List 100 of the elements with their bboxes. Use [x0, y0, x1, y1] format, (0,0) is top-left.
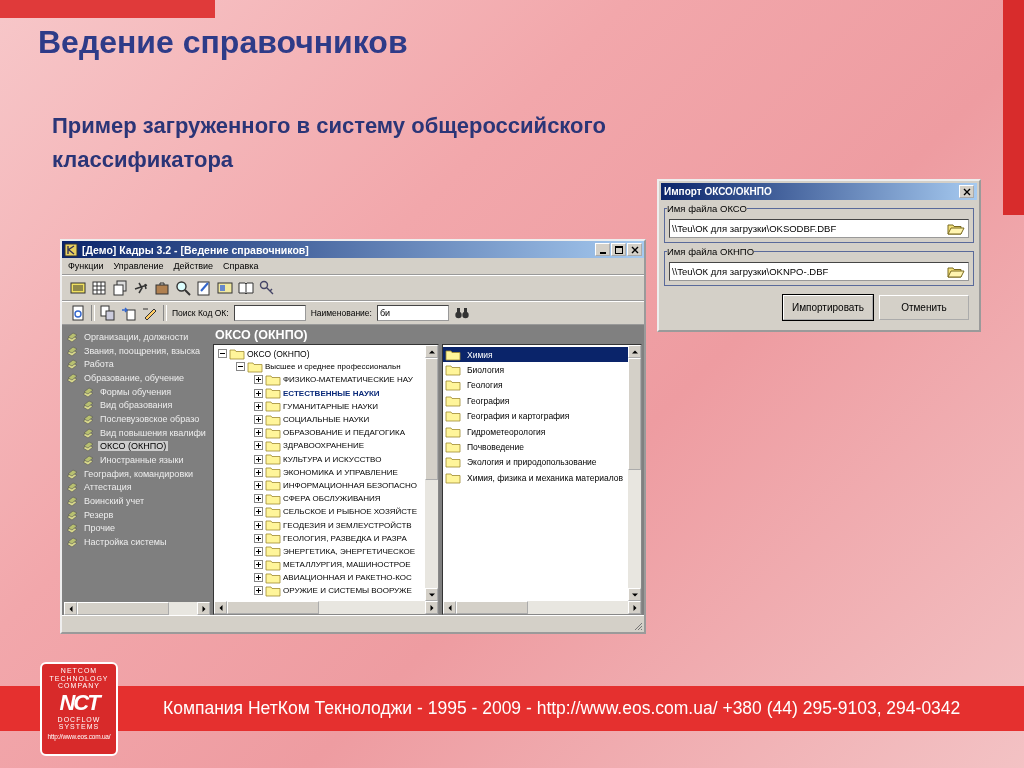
sidebar-item[interactable]: Вид повышения квалифи	[98, 427, 208, 438]
expand-icon[interactable]	[254, 441, 263, 451]
expand-icon[interactable]	[254, 480, 263, 490]
sidebar-item[interactable]: ОКСО (ОКНПО)	[98, 441, 169, 452]
right-arrow-icon[interactable]	[201, 605, 206, 612]
sidebar-item[interactable]: Аттестация	[82, 482, 134, 493]
list-icon[interactable]	[70, 280, 86, 296]
name-search-field[interactable]: би	[376, 305, 449, 321]
search-icon[interactable]	[175, 280, 191, 296]
expand-icon[interactable]	[254, 454, 263, 464]
menu-item[interactable]: Управление	[113, 261, 164, 271]
tree-item[interactable]: ЭНЕРГЕТИКА, ЭНЕРГЕТИЧЕСКОЕ	[283, 546, 416, 556]
horizontal-scrollbar[interactable]	[214, 601, 438, 614]
right-arrow-icon[interactable]	[429, 604, 434, 611]
refresh-document-icon[interactable]	[70, 305, 86, 321]
menu-item[interactable]: Действие	[173, 261, 214, 271]
left-arrow-icon[interactable]	[447, 604, 452, 611]
open-folder-icon[interactable]	[947, 264, 965, 279]
down-arrow-icon[interactable]	[428, 592, 435, 597]
sidebar-item[interactable]: Настройка системы	[82, 537, 169, 548]
tree-item[interactable]: ЭКОНОМИКА И УПРАВЛЕНИЕ	[283, 467, 398, 477]
expand-icon[interactable]	[254, 428, 263, 438]
list-item[interactable]: География	[443, 393, 628, 409]
tree-item[interactable]: ГУМАНИТАРНЫЕ НАУКИ	[283, 401, 378, 411]
sidebar-item[interactable]: Прочие	[82, 523, 117, 534]
book-icon[interactable]	[238, 280, 254, 296]
expand-icon[interactable]	[254, 388, 263, 398]
up-arrow-icon[interactable]	[631, 349, 638, 354]
file-path-field[interactable]: \\Teu\ОК для загрузки\OKSODBF.DBF	[669, 219, 969, 238]
form-icon[interactable]	[217, 280, 233, 296]
minimize-button[interactable]	[595, 243, 610, 256]
tree-item[interactable]: СФЕРА ОБСЛУЖИВАНИЯ	[283, 494, 381, 504]
search-code-field[interactable]	[233, 305, 306, 321]
import-arrow-icon[interactable]	[121, 305, 137, 321]
expand-icon[interactable]	[254, 401, 263, 411]
left-arrow-icon[interactable]	[68, 605, 73, 612]
sidebar-item[interactable]: Резерв	[82, 509, 116, 520]
file-path-field[interactable]: \\Teu\ОК для загрузки\OKNPO-.DBF	[669, 262, 969, 281]
tree-item[interactable]: ГЕОЛОГИЯ, РАЗВЕДКА И РАЗРА	[283, 533, 407, 543]
collapse-icon[interactable]	[236, 362, 245, 372]
pencil-icon[interactable]	[142, 305, 158, 321]
tree-item[interactable]: ОРУЖИЕ И СИСТЕМЫ ВООРУЖЕ	[283, 586, 412, 596]
expand-icon[interactable]	[254, 586, 263, 596]
grid-icon[interactable]	[91, 280, 107, 296]
expand-icon[interactable]	[254, 467, 263, 477]
menu-item[interactable]: Справка	[223, 261, 259, 271]
cards-icon[interactable]	[112, 280, 128, 296]
sidebar-item[interactable]: Воинский учет	[82, 496, 147, 507]
tree-item[interactable]: МЕТАЛЛУРГИЯ, МАШИНОСТРОЕ	[283, 560, 411, 570]
tree-item[interactable]: ГЕОДЕЗИЯ И ЗЕМЛЕУСТРОЙСТВ	[283, 520, 412, 530]
sidebar-item[interactable]: Звания, поощрения, взыска	[82, 345, 203, 356]
list-item[interactable]: Гидрометеорология	[443, 423, 628, 440]
edit-document-icon[interactable]	[196, 280, 212, 296]
expand-icon[interactable]	[254, 520, 263, 530]
list-item[interactable]: Химия	[443, 347, 628, 363]
tree-item[interactable]: АВИАЦИОННАЯ И РАКЕТНО-КОС	[283, 573, 412, 583]
resize-grip-icon[interactable]	[633, 621, 643, 631]
tree-item[interactable]: ОКСО (ОКНПО)	[247, 348, 310, 359]
copy-document-icon[interactable]	[100, 305, 116, 321]
binoculars-icon[interactable]	[453, 305, 470, 321]
expand-icon[interactable]	[254, 494, 263, 504]
expand-icon[interactable]	[254, 507, 263, 517]
up-arrow-icon[interactable]	[428, 349, 435, 354]
vertical-scrollbar[interactable]	[628, 345, 641, 601]
tree-item[interactable]: Высшее и среднее профессиональн	[265, 362, 401, 372]
expand-icon[interactable]	[254, 546, 263, 556]
tree-item[interactable]: ОБРАЗОВАНИЕ И ПЕДАГОГИКА	[283, 428, 405, 438]
airplane-icon[interactable]	[133, 280, 149, 296]
horizontal-scrollbar[interactable]	[443, 601, 641, 614]
left-arrow-icon[interactable]	[218, 604, 223, 611]
sidebar-item[interactable]: Вид образования	[98, 400, 175, 411]
tree-item[interactable]: ЗДРАВООХРАНЕНИЕ	[283, 441, 364, 451]
close-button[interactable]	[627, 243, 642, 256]
vertical-scrollbar[interactable]	[425, 345, 438, 601]
expand-icon[interactable]	[254, 415, 263, 425]
menu-item[interactable]: Функции	[68, 261, 104, 271]
down-arrow-icon[interactable]	[631, 592, 638, 597]
expand-icon[interactable]	[254, 375, 263, 385]
open-folder-icon[interactable]	[947, 221, 965, 236]
tree-item[interactable]: ЕСТЕСТВЕННЫЕ НАУКИ	[283, 388, 380, 398]
tree-item[interactable]: ИНФОРМАЦИОННАЯ БЕЗОПАСНО	[283, 480, 417, 490]
sidebar-item[interactable]: Работа	[82, 359, 116, 370]
list-item[interactable]: Экология и природопользование	[443, 454, 628, 471]
list-item[interactable]: Химия, физика и механика материалов	[443, 470, 628, 486]
tree-item[interactable]: СЕЛЬСКОЕ И РЫБНОЕ ХОЗЯЙСТЕ	[283, 507, 418, 517]
expand-icon[interactable]	[254, 560, 263, 570]
briefcase-icon[interactable]	[154, 280, 170, 296]
list-item[interactable]: География и картография	[443, 408, 628, 424]
sidebar-item[interactable]: Иностранные языки	[98, 455, 186, 466]
sidebar-item[interactable]: Образование, обучение	[82, 372, 186, 383]
key-icon[interactable]	[259, 280, 275, 296]
sidebar-item[interactable]: Формы обучения	[98, 386, 174, 397]
dialog-button[interactable]: Импортировать	[783, 295, 873, 320]
collapse-icon[interactable]	[218, 349, 227, 359]
tree-item[interactable]: ФИЗИКО-МАТЕМАТИЧЕСКИЕ НАУ	[283, 375, 413, 385]
list-item[interactable]: Почвоведение	[443, 439, 628, 455]
tree-item[interactable]: КУЛЬТУРА И ИСКУССТВО	[283, 454, 382, 464]
tree-item[interactable]: СОЦИАЛЬНЫЕ НАУКИ	[283, 415, 370, 425]
list-item[interactable]: Геология	[443, 377, 628, 394]
expand-icon[interactable]	[254, 533, 263, 543]
